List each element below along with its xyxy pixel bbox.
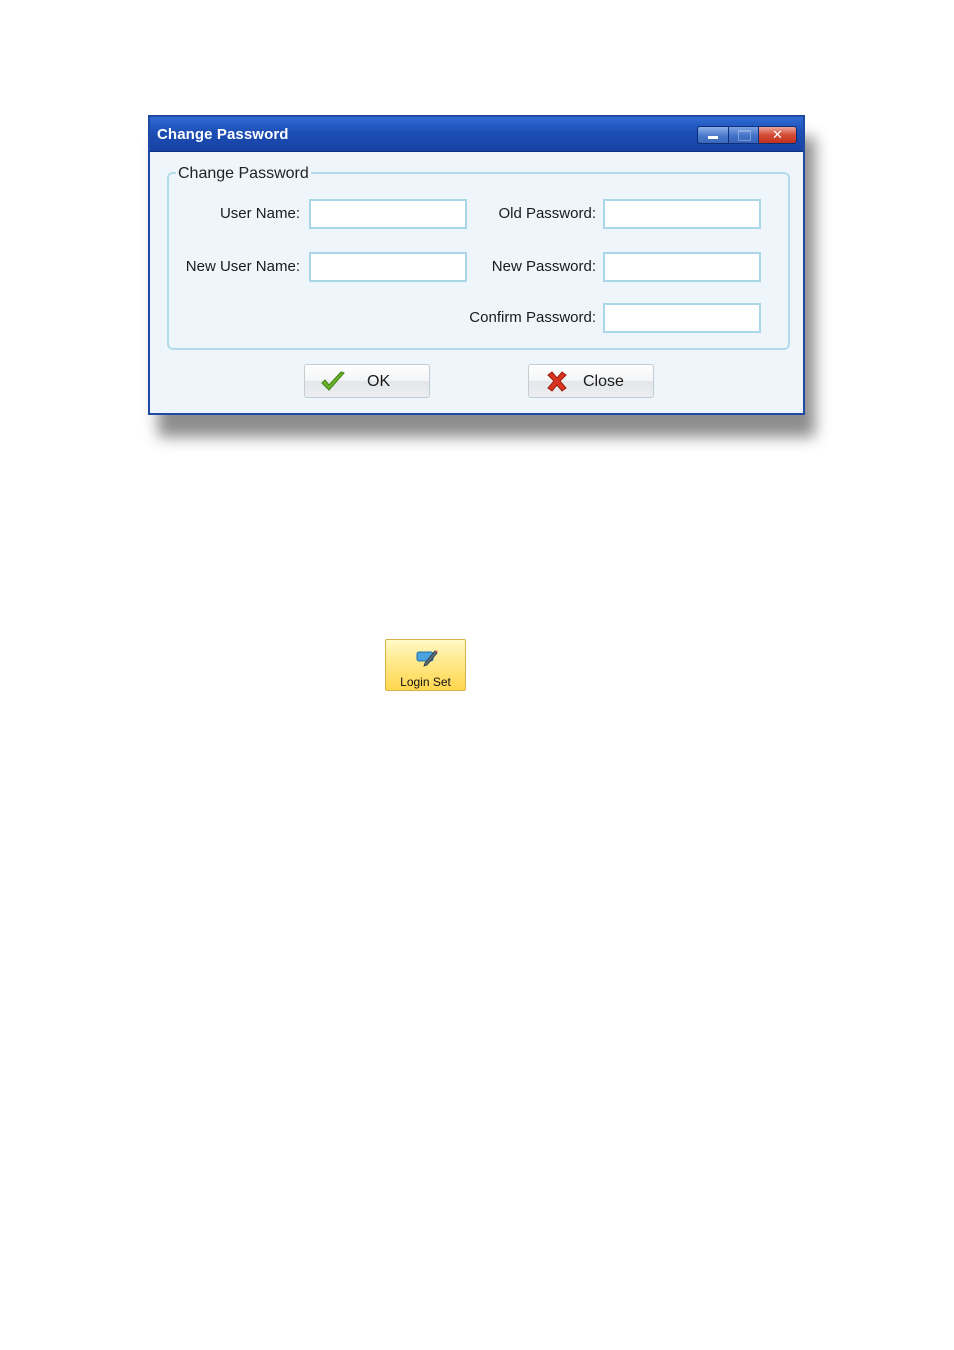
new-password-input[interactable] — [603, 252, 761, 282]
minimize-button[interactable] — [697, 126, 728, 144]
login-set-label: Login Set — [400, 675, 451, 689]
new-password-label: New Password: — [491, 258, 596, 275]
close-button-label: Close — [583, 373, 624, 390]
ok-button[interactable]: OK — [304, 364, 430, 398]
login-set-button[interactable]: Login Set — [385, 639, 466, 691]
ok-button-label: OK — [367, 373, 391, 390]
maximize-button[interactable] — [728, 126, 759, 144]
edit-pen-icon — [416, 650, 438, 667]
confirm-password-input[interactable] — [603, 303, 761, 333]
page: Change Password ✕ Change Password User N… — [0, 0, 954, 1350]
group-legend: Change Password — [176, 165, 311, 183]
new-user-name-input[interactable] — [309, 252, 467, 282]
user-name-input[interactable] — [309, 199, 467, 229]
checkmark-icon — [321, 371, 345, 391]
close-button[interactable]: Close — [528, 364, 654, 398]
maximize-icon — [738, 130, 751, 141]
old-password-label: Old Password: — [498, 205, 596, 222]
change-password-dialog: Change Password ✕ Change Password User N… — [148, 115, 805, 415]
red-x-icon — [547, 371, 567, 392]
old-password-input[interactable] — [603, 199, 761, 229]
dialog-title: Change Password — [157, 126, 289, 143]
close-icon: ✕ — [772, 127, 783, 142]
window-close-button[interactable]: ✕ — [759, 126, 797, 144]
new-user-name-label: New User Name: — [185, 258, 300, 275]
window-controls: ✕ — [697, 126, 797, 144]
confirm-password-label: Confirm Password: — [469, 309, 596, 326]
minimize-icon — [708, 136, 718, 139]
user-name-label: User Name: — [219, 205, 300, 222]
title-bar[interactable]: Change Password ✕ — [150, 117, 803, 152]
